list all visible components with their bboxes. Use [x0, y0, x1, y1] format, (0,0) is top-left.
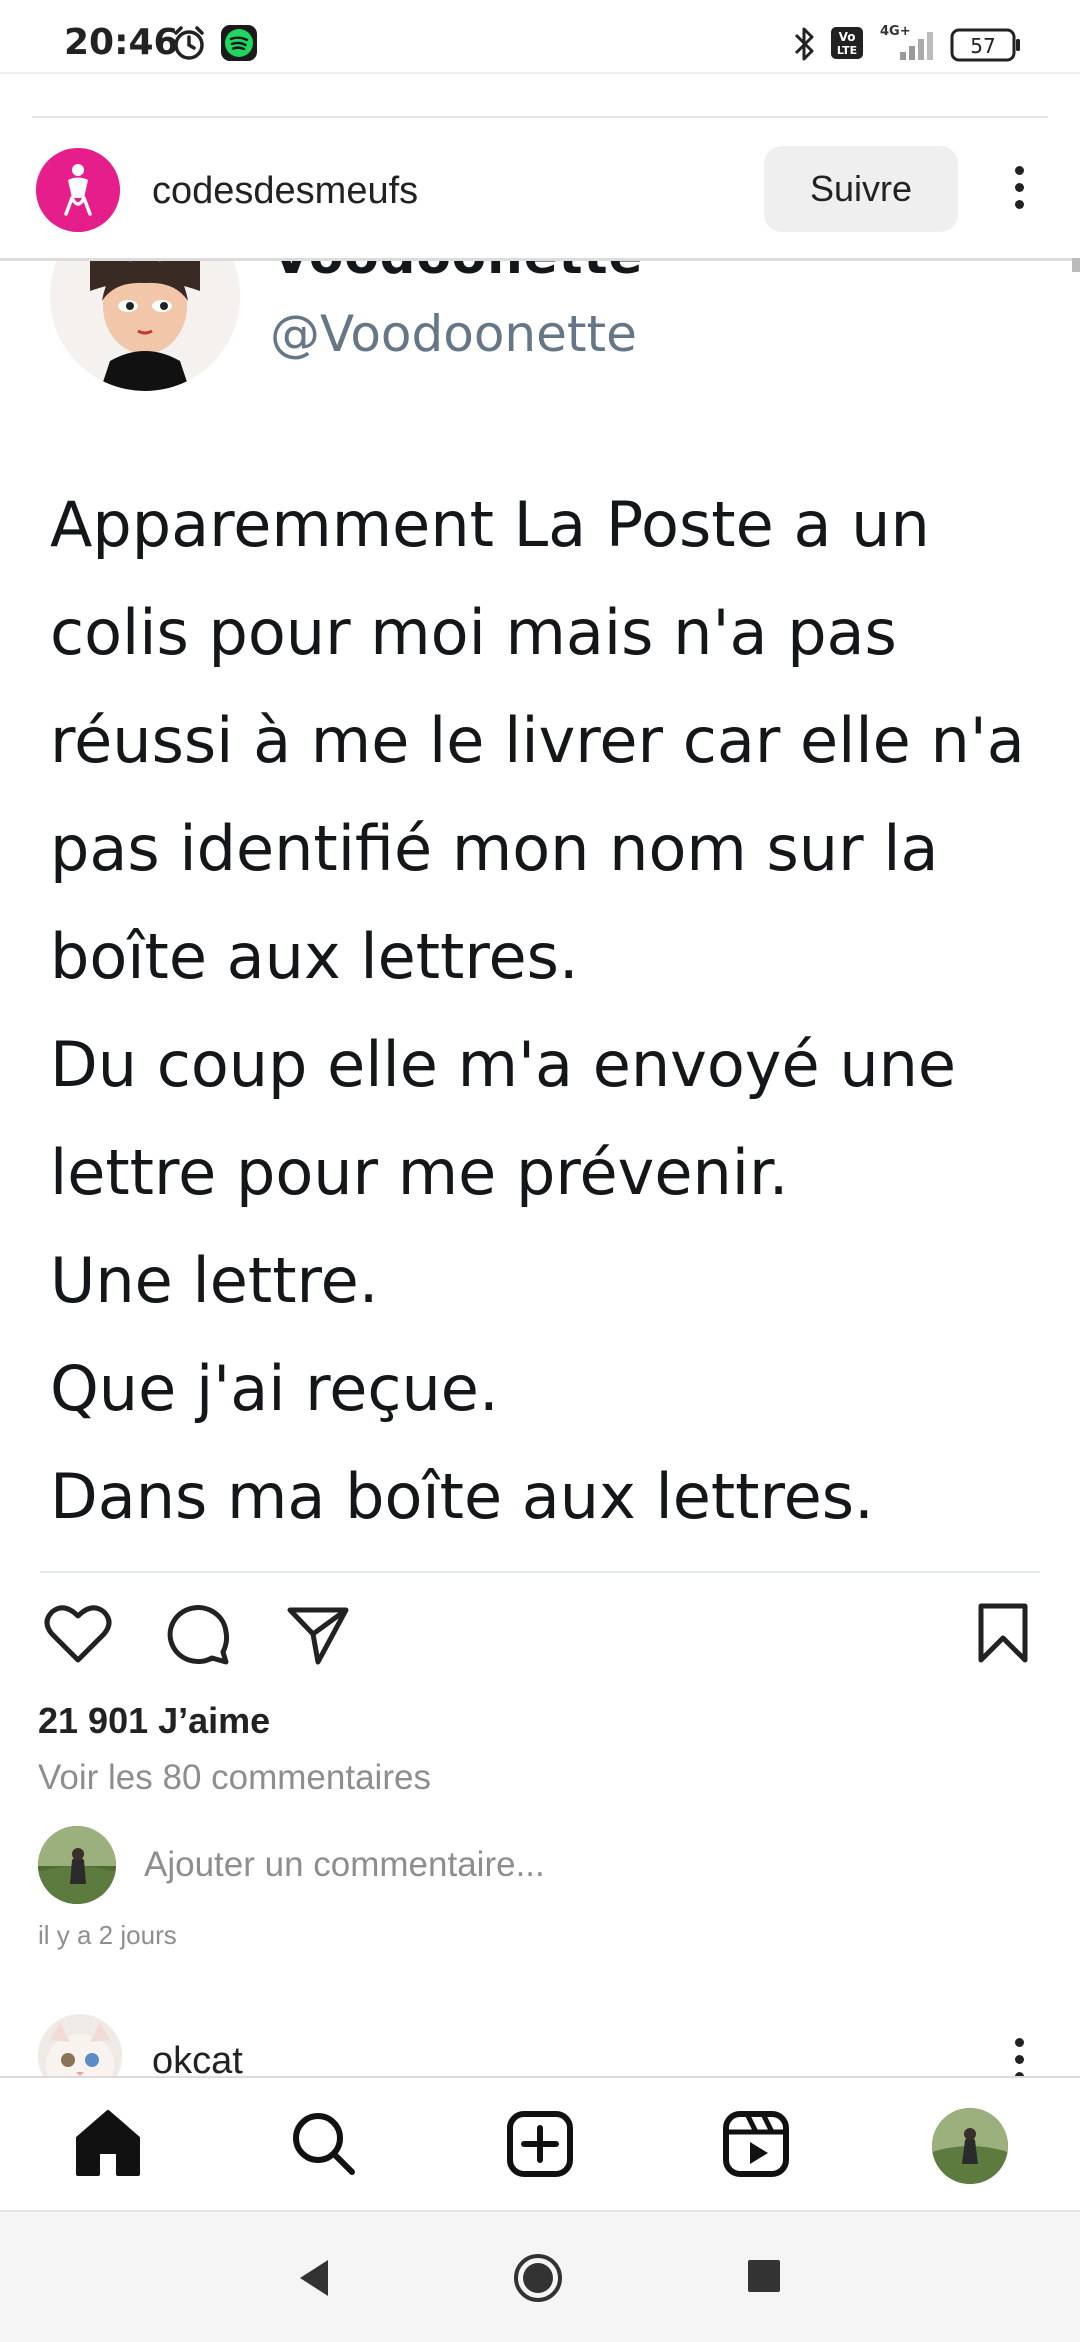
svg-text:Vo: Vo [839, 30, 856, 44]
svg-text:4G+: 4G+ [880, 24, 911, 39]
tweet-author-avatar [50, 261, 240, 391]
like-heart-icon[interactable] [44, 1602, 112, 1671]
reels-icon[interactable] [716, 2104, 796, 2184]
tweet-divider [40, 1571, 1040, 1573]
add-comment-input[interactable] [144, 1840, 944, 1890]
tweet-line: lettre pour me prévenir. [50, 1136, 789, 1209]
like-count[interactable]: 21 901 J’aime [38, 1700, 270, 1742]
search-icon[interactable] [284, 2104, 364, 2184]
volte-icon: Vo LTE [830, 24, 864, 67]
bookmark-icon[interactable] [976, 1602, 1030, 1671]
post-header: codesdesmeufs Suivre [0, 118, 1080, 260]
comment-icon[interactable] [166, 1602, 230, 1671]
system-nav-bar [0, 2210, 1080, 2342]
signal-icon: 4G+ [878, 22, 940, 69]
current-user-avatar [38, 1826, 116, 1904]
new-post-icon[interactable] [500, 2104, 580, 2184]
home-button[interactable] [512, 2252, 564, 2309]
view-comments-link[interactable]: Voir les 80 commentaires [38, 1758, 431, 1798]
svg-text:LTE: LTE [837, 44, 857, 57]
follow-button[interactable]: Suivre [764, 146, 958, 232]
scroll-indicator [1072, 258, 1080, 272]
post-username[interactable]: codesdesmeufs [152, 170, 418, 213]
tweet-line: réussi à me le livrer car elle n'a [50, 704, 1025, 777]
spotify-icon [220, 24, 258, 67]
post-image-tweet[interactable]: Voodoonette @Voodoonette Apparemment La … [0, 261, 1080, 1573]
share-send-icon[interactable] [286, 1604, 350, 1671]
tweet-line: Du coup elle m'a envoyé une [50, 1028, 957, 1101]
tweet-line: Que j'ai reçue. [50, 1352, 499, 1425]
battery-icon: 57 [950, 28, 1022, 67]
home-icon[interactable] [68, 2104, 148, 2184]
post-timestamp: il y a 2 jours [38, 1920, 177, 1950]
post-author-avatar[interactable] [36, 148, 120, 232]
tweet-line: boîte aux lettres. [50, 920, 579, 993]
tweet-line: Une lettre. [50, 1244, 379, 1317]
tweet-line: Dans ma boîte aux lettres. [50, 1460, 874, 1533]
tweet-author-handle: @Voodoonette [270, 305, 637, 363]
bottom-nav [0, 2076, 1080, 2212]
more-options-icon[interactable] [1004, 158, 1034, 218]
alarm-icon [170, 24, 208, 67]
recents-button[interactable] [746, 2258, 782, 2299]
tweet-author-name: Voodoonette [272, 261, 643, 285]
tweet-text: Apparemment La Poste a un colis pour moi… [50, 471, 1050, 1551]
status-time: 20:46 [64, 22, 179, 63]
tweet-line: colis pour moi mais n'a pas [50, 596, 897, 669]
tweet-line: pas identifié mon nom sur la [50, 812, 939, 885]
status-divider [0, 72, 1080, 74]
profile-avatar[interactable] [932, 2108, 1008, 2184]
bluetooth-icon [792, 24, 818, 69]
tweet-line: Apparemment La Poste a un [50, 488, 930, 561]
status-bar: 20:46 Vo LTE 4G+ 57 [0, 0, 1080, 92]
svg-text:57: 57 [970, 34, 995, 58]
back-button[interactable] [294, 2256, 334, 2305]
